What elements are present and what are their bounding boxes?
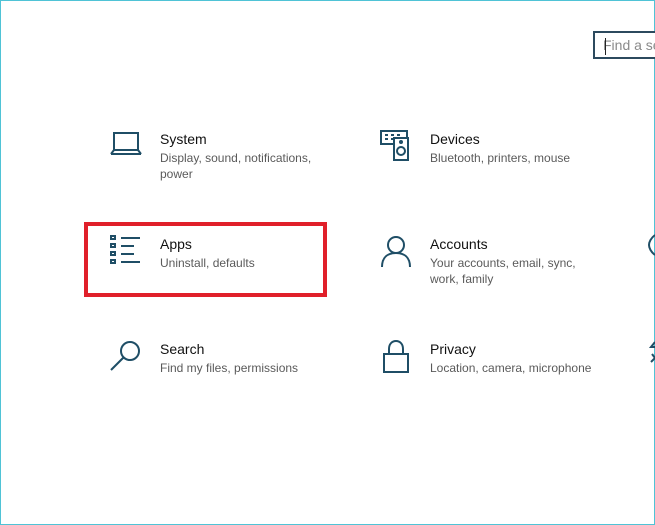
tile-privacy[interactable]: Privacy Location, camera, microphone (380, 339, 630, 420)
find-setting-input[interactable] (595, 33, 655, 57)
laptop-icon (110, 130, 144, 170)
tile-accounts[interactable]: Accounts Your accounts, email, sync, wor… (380, 235, 630, 315)
devices-icon (380, 130, 414, 170)
partial-globe-icon (647, 234, 655, 261)
tile-accounts-desc: Your accounts, email, sync, work, family (430, 256, 576, 286)
tile-search-title: Search (160, 341, 205, 357)
lock-icon (380, 339, 414, 380)
find-setting-search-box[interactable] (593, 31, 655, 59)
tile-system-desc: Display, sound, notifications, power (160, 151, 312, 181)
tile-privacy-desc: Location, camera, microphone (430, 361, 592, 375)
tile-apps-title: Apps (160, 236, 192, 252)
person-icon (380, 235, 414, 275)
tile-devices[interactable]: Devices Bluetooth, printers, mouse (380, 130, 630, 210)
search-icon (110, 340, 144, 380)
tile-devices-title: Devices (430, 131, 480, 147)
apps-list-icon (110, 235, 144, 275)
tile-system[interactable]: System Display, sound, notifications, po… (110, 130, 360, 210)
tile-privacy-title: Privacy (430, 341, 476, 357)
partial-update-icon (648, 340, 655, 369)
text-cursor (605, 38, 606, 55)
tile-search-desc: Find my files, permissions (160, 361, 299, 375)
tile-apps[interactable]: Apps Uninstall, defaults (110, 235, 360, 315)
tile-search[interactable]: Search Find my files, permissions (110, 340, 360, 420)
tile-system-title: System (160, 131, 207, 147)
tile-accounts-title: Accounts (430, 236, 488, 252)
tile-devices-desc: Bluetooth, printers, mouse (430, 151, 571, 165)
tile-apps-desc: Uninstall, defaults (160, 256, 255, 270)
